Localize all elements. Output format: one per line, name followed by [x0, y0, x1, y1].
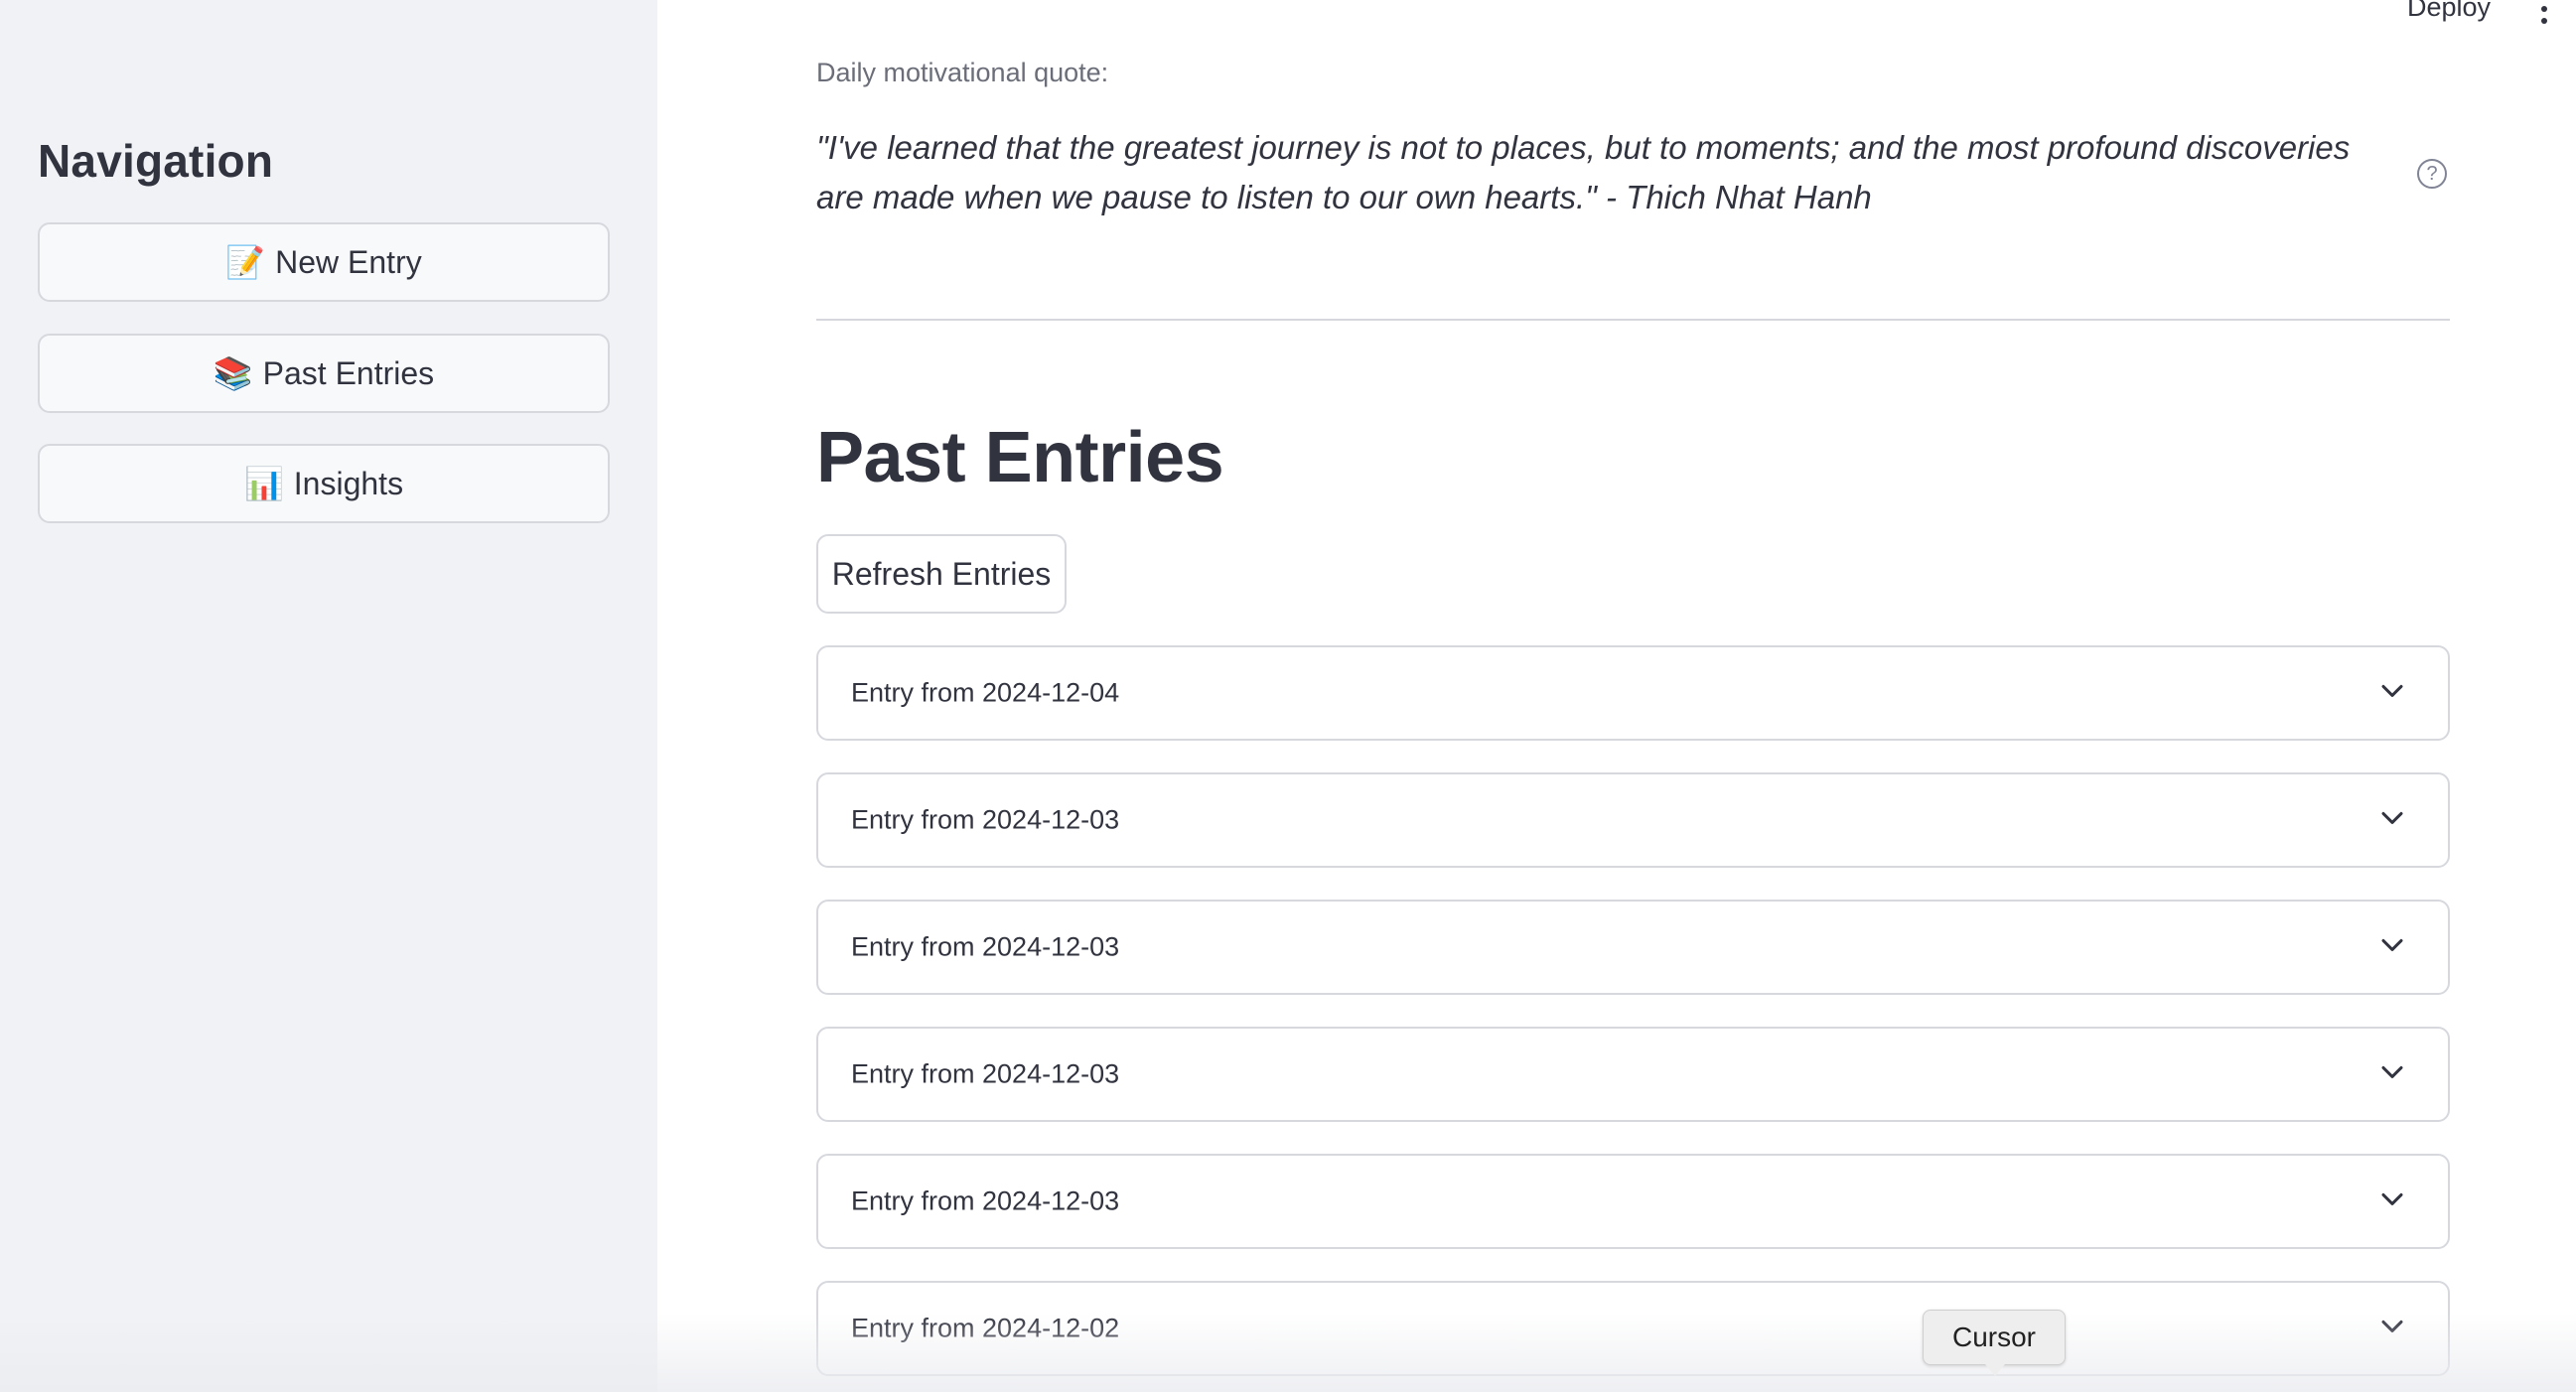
app-root: Navigation 📝 New Entry 📚 Past Entries 📊 … [0, 0, 2576, 1392]
past-entries-button[interactable]: 📚 Past Entries [38, 334, 610, 413]
quote-label: Daily motivational quote: [816, 58, 1109, 87]
cursor-tooltip: Cursor [1923, 1310, 2066, 1376]
chevron-down-icon [2381, 938, 2403, 951]
quote-text: "I've learned that the greatest journey … [816, 129, 2351, 215]
entry-expander[interactable]: Entry from 2024-12-04 [816, 645, 2450, 741]
memo-icon: 📝 [225, 244, 266, 280]
chevron-down-icon [2381, 684, 2403, 697]
new-entry-button[interactable]: 📝 New Entry [38, 222, 610, 302]
entry-label: Entry from 2024-12-02 [851, 1313, 1120, 1343]
entry-expander[interactable]: Entry from 2024-12-02 [816, 1281, 2450, 1376]
books-icon: 📚 [213, 355, 253, 391]
sidebar-title: Navigation [38, 135, 274, 187]
divider [816, 319, 2450, 321]
menu-dot [2541, 18, 2547, 24]
sidebar: Navigation 📝 New Entry 📚 Past Entries 📊 … [0, 0, 657, 1392]
entry-expander[interactable]: Entry from 2024-12-03 [816, 1027, 2450, 1122]
insights-button[interactable]: 📊 Insights [38, 444, 610, 523]
deploy-button[interactable]: Deploy [2407, 0, 2491, 23]
entry-label: Entry from 2024-12-03 [851, 931, 1120, 962]
entry-label: Entry from 2024-12-03 [851, 1185, 1120, 1216]
entry-label: Entry from 2024-12-03 [851, 804, 1120, 835]
bar-chart-icon: 📊 [243, 466, 284, 501]
new-entry-label: New Entry [275, 243, 422, 280]
entry-expander[interactable]: Entry from 2024-12-03 [816, 1154, 2450, 1249]
chevron-down-icon [2381, 1065, 2403, 1078]
help-icon[interactable]: ? [2417, 159, 2447, 189]
refresh-entries-button[interactable]: Refresh Entries [816, 534, 1067, 614]
main-menu-icon[interactable] [2532, 0, 2556, 24]
entry-expander[interactable]: Entry from 2024-12-03 [816, 900, 2450, 995]
entry-label: Entry from 2024-12-03 [851, 1058, 1120, 1089]
page-title: Past Entries [816, 418, 1224, 497]
menu-dot [2541, 6, 2547, 12]
chevron-down-icon [2381, 1192, 2403, 1205]
entry-label: Entry from 2024-12-04 [851, 677, 1120, 708]
past-entries-label: Past Entries [262, 354, 435, 391]
entry-expander[interactable]: Entry from 2024-12-03 [816, 772, 2450, 868]
chevron-down-icon [2381, 811, 2403, 824]
insights-label: Insights [293, 465, 404, 501]
chevron-down-icon [2381, 1320, 2403, 1332]
